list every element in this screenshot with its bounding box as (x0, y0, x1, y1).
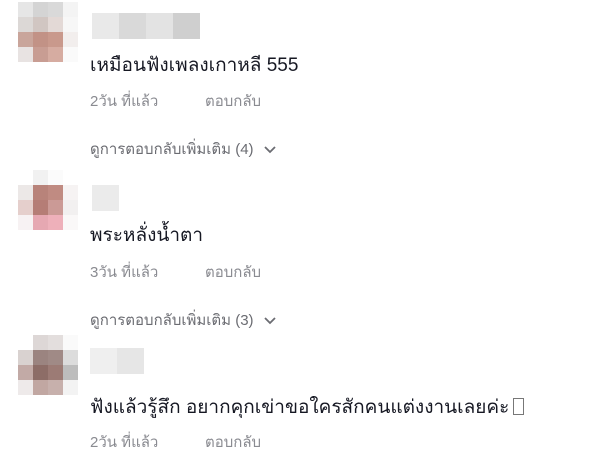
comment-text: ฟังแล้วรู้สึก อยากคุกเข่าขอใครสักคนแต่งง… (90, 392, 525, 422)
view-more-replies-label: ดูการตอบกลับเพิ่มเติม (4) (90, 141, 254, 158)
reply-button[interactable]: ตอบกลับ (205, 89, 261, 113)
timestamp: 2วัน ที่แล้ว (90, 434, 159, 451)
comment-meta: 2วัน ที่แล้ว ตอบกลับ (90, 430, 261, 454)
comment-meta: 3วัน ที่แล้ว ตอบกลับ (90, 260, 261, 284)
avatar[interactable] (18, 170, 78, 230)
comment-meta: 2วัน ที่แล้ว ตอบกลับ (90, 89, 261, 113)
comment-text: เหมือนฟังเพลงเกาหลี 555 (90, 55, 299, 76)
view-more-replies-button[interactable]: ดูการตอบกลับเพิ่มเติม (3) (90, 308, 276, 332)
missing-glyph-icon (513, 398, 525, 415)
comment-text: พระหลั่งน้ำตา (90, 225, 204, 246)
avatar[interactable] (18, 2, 78, 62)
timestamp: 3วัน ที่แล้ว (90, 264, 159, 281)
chevron-down-icon (264, 317, 276, 325)
timestamp: 2วัน ที่แล้ว (90, 93, 159, 110)
avatar[interactable] (18, 335, 78, 395)
reply-button[interactable]: ตอบกลับ (205, 430, 261, 454)
comment-text-content: ฟังแล้วรู้สึก อยากคุกเข่าขอใครสักคนแต่งง… (90, 397, 510, 418)
chevron-down-icon (264, 146, 276, 154)
username-blurred[interactable] (92, 13, 200, 39)
username-blurred[interactable] (90, 348, 144, 374)
reply-button[interactable]: ตอบกลับ (205, 260, 261, 284)
view-more-replies-label: ดูการตอบกลับเพิ่มเติม (3) (90, 312, 254, 329)
username-blurred[interactable] (92, 185, 119, 211)
view-more-replies-button[interactable]: ดูการตอบกลับเพิ่มเติม (4) (90, 137, 276, 161)
